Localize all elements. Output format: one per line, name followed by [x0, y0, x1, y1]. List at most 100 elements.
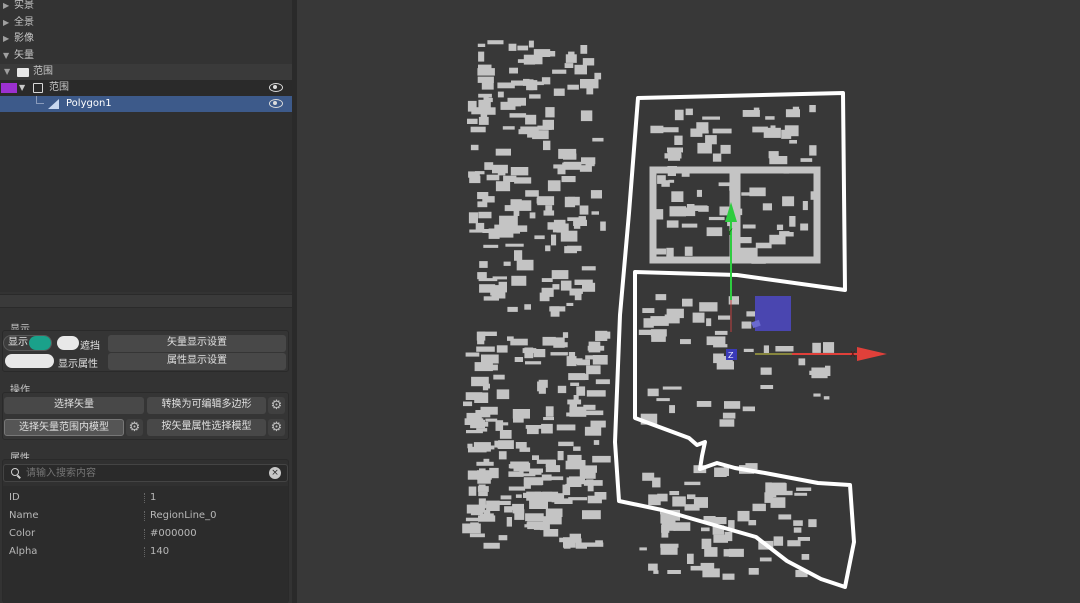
building-footprint	[557, 385, 567, 394]
building-footprint	[760, 385, 774, 389]
building-footprint	[567, 84, 579, 90]
select-models-in-range-button[interactable]: 选择矢量范围内模型	[4, 419, 124, 436]
tree-item-panorama[interactable]: ▶ 全景	[0, 15, 292, 31]
caret-right-icon[interactable]: ▶	[3, 0, 9, 14]
building-footprint	[594, 72, 602, 80]
building-footprint	[514, 357, 523, 362]
building-footprint	[656, 209, 664, 220]
building-footprint	[568, 497, 588, 501]
attribute-row[interactable]: Alpha 140	[3, 543, 288, 561]
building-footprint	[504, 506, 513, 513]
tree-item-realscene[interactable]: ▶ 实景	[0, 0, 292, 14]
building-footprint	[685, 108, 693, 116]
building-footprint	[519, 447, 531, 452]
convert-polygon-button[interactable]: 转换为可编辑多边形	[147, 397, 266, 414]
caret-right-icon[interactable]: ▶	[3, 31, 9, 47]
layer-color-swatch[interactable]	[1, 83, 17, 93]
eye-icon[interactable]	[269, 83, 283, 92]
tree-item-vector[interactable]: ▼ 矢量	[0, 48, 292, 64]
building-footprint	[483, 458, 490, 464]
show-attr-toggle[interactable]	[5, 354, 54, 368]
building-footprint	[769, 234, 786, 245]
clear-icon[interactable]: ×	[269, 467, 281, 479]
building-footprint	[595, 379, 610, 385]
occlude-toggle[interactable]	[57, 336, 79, 350]
gizmo-x-arrow-icon[interactable]	[857, 347, 887, 361]
vector-display-settings-button[interactable]: 矢量显示设置	[108, 335, 286, 352]
attribute-row[interactable]: Name RegionLine_0	[3, 507, 288, 525]
caret-down-icon[interactable]: ▼	[3, 48, 9, 64]
building-footprint	[592, 355, 608, 365]
tree-item-range-layer[interactable]: ▼ 范围	[0, 80, 292, 96]
building-footprint	[823, 396, 830, 400]
building-footprint	[553, 164, 567, 169]
attribute-row[interactable]: Color #000000	[3, 525, 288, 543]
building-footprint	[561, 176, 576, 183]
building-footprint	[742, 224, 756, 229]
gear-icon[interactable]: ⚙	[126, 419, 143, 436]
building-footprint	[591, 211, 599, 215]
polygon-icon	[48, 99, 59, 109]
building-footprint	[585, 410, 604, 416]
building-footprint	[719, 419, 735, 427]
caret-right-icon[interactable]: ▶	[3, 15, 9, 31]
select-by-attr-button[interactable]: 按矢量属性选择模型	[147, 419, 266, 436]
building-footprint	[478, 211, 492, 219]
gear-icon[interactable]: ⚙	[268, 397, 285, 414]
building-footprint	[529, 94, 541, 99]
building-footprint	[485, 418, 498, 422]
building-footprint	[550, 306, 560, 317]
building-footprint	[801, 554, 810, 560]
toggle-knob	[29, 336, 51, 350]
building-footprint	[662, 127, 679, 133]
search-icon-handle	[17, 474, 21, 479]
tree-item-imagery[interactable]: ▶ 影像	[0, 31, 292, 47]
building-footprint	[696, 401, 712, 407]
building-footprint	[532, 455, 539, 460]
building-footprint	[503, 261, 511, 266]
building-footprint	[486, 500, 500, 511]
building-footprint	[479, 504, 485, 513]
gear-icon[interactable]: ⚙	[268, 419, 285, 436]
building-footprint	[674, 109, 684, 121]
building-footprint	[706, 336, 726, 346]
building-footprint	[580, 45, 588, 54]
panel-resize-handle[interactable]	[0, 294, 292, 308]
attr-display-settings-button[interactable]: 属性显示设置	[108, 353, 286, 370]
show-toggle[interactable]: 显示	[3, 335, 52, 351]
building-footprint	[469, 175, 481, 184]
search-box[interactable]: ×	[3, 464, 288, 482]
building-footprint	[468, 486, 477, 496]
eye-icon[interactable]	[269, 99, 283, 108]
building-footprint	[770, 497, 786, 508]
caret-down-icon[interactable]: ▼	[19, 80, 25, 96]
building-footprint	[483, 244, 499, 248]
building-footprint	[722, 412, 736, 419]
building-footprint	[470, 522, 479, 527]
building-footprint	[478, 64, 492, 71]
selected-model-box[interactable]	[755, 296, 791, 331]
search-input[interactable]	[26, 466, 266, 480]
building-footprint	[478, 491, 488, 497]
scene-canvas[interactable]: Y X Z	[297, 0, 1080, 603]
attribute-row[interactable]: ID 1	[3, 489, 288, 507]
building-footprint	[669, 491, 680, 496]
attribute-key: Color	[9, 528, 36, 539]
building-footprint	[467, 470, 485, 480]
building-footprint	[575, 542, 587, 549]
building-footprint	[567, 217, 586, 221]
caret-down-icon[interactable]: ▼	[4, 64, 10, 80]
tree-item-polygon1[interactable]: Polygon1	[0, 96, 292, 112]
building-footprint	[789, 216, 796, 227]
select-vector-button[interactable]: 选择矢量	[4, 397, 144, 414]
building-footprint	[498, 535, 508, 541]
show-attr-label: 显示属性	[58, 359, 98, 370]
tree-item-range-folder[interactable]: ▼ 范围	[0, 64, 292, 80]
building-footprint	[511, 275, 527, 286]
tree-item-label: 矢量	[14, 50, 34, 61]
building-footprint	[500, 495, 512, 500]
building-footprint	[743, 348, 754, 352]
map-viewport[interactable]: Y X Z	[297, 0, 1080, 603]
building-footprint	[701, 538, 712, 549]
column-separator	[144, 493, 145, 503]
